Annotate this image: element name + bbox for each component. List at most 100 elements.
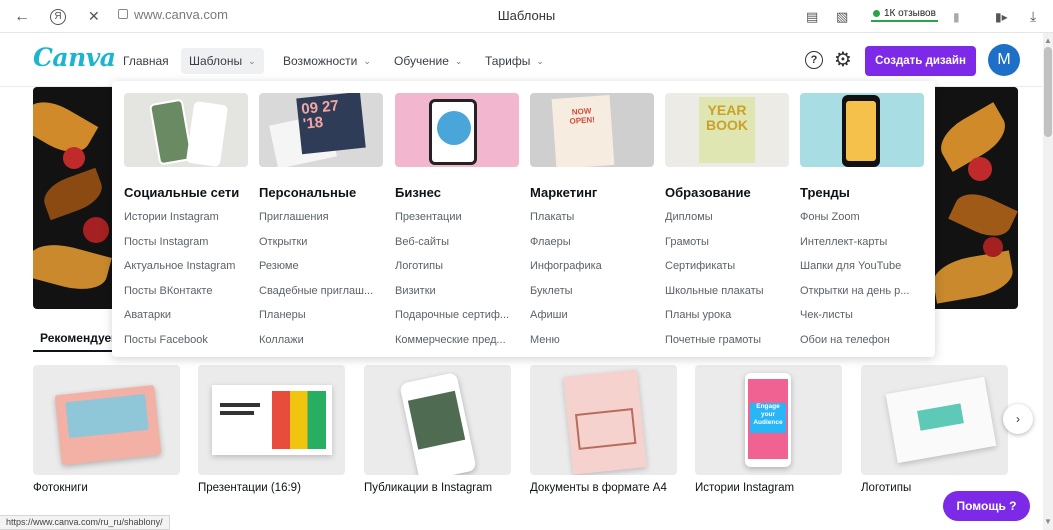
chevron-down-icon: ⌄ xyxy=(536,55,544,66)
menu-link[interactable]: Грамоты xyxy=(665,234,789,250)
chevron-right-icon: › xyxy=(1016,412,1020,426)
menu-link[interactable]: Посты Instagram xyxy=(124,234,248,250)
column-heading[interactable]: Бизнес xyxy=(395,185,519,201)
menu-link[interactable]: Обои на телефон xyxy=(800,332,924,348)
nav-features[interactable]: Возможности ⌄ xyxy=(275,48,379,74)
site-header: Canva Главная Шаблоны ⌄ Возможности ⌄ Об… xyxy=(0,33,1043,87)
card-label[interactable]: Истории Instagram xyxy=(695,482,794,494)
green-dot-icon xyxy=(873,10,880,17)
chevron-down-icon: ⌄ xyxy=(248,55,256,66)
menu-link[interactable]: Афиши xyxy=(530,307,654,323)
card-thumb xyxy=(885,376,997,464)
card-label[interactable]: Логотипы xyxy=(861,482,911,494)
column-thumb-social[interactable] xyxy=(124,93,248,167)
card-label[interactable]: Публикации в Instagram xyxy=(364,482,492,494)
bookmark-icon[interactable]: ▮ xyxy=(953,0,960,33)
column-thumb-trends[interactable] xyxy=(800,93,924,167)
column-heading[interactable]: Тренды xyxy=(800,185,924,201)
recommended-tab[interactable]: Рекомендуем xyxy=(40,331,120,345)
nav-home[interactable]: Главная xyxy=(115,48,177,74)
card-label[interactable]: Презентации (16:9) xyxy=(198,482,301,494)
url-host: www.canva.com xyxy=(134,7,228,22)
column-thumb-business[interactable] xyxy=(395,93,519,167)
scroll-up-arrow-icon[interactable]: ▲ xyxy=(1044,36,1052,45)
close-icon[interactable]: ✕ xyxy=(88,0,100,33)
menu-link[interactable]: Планы урока xyxy=(665,307,789,323)
card-label[interactable]: Документы в формате A4 xyxy=(530,482,667,494)
menu-link[interactable]: Шапки для YouTube xyxy=(800,258,924,274)
gear-icon[interactable]: ⚙ xyxy=(834,47,852,72)
template-card-a4-documents[interactable] xyxy=(530,365,677,475)
menu-link[interactable]: Открытки xyxy=(259,234,383,250)
menu-link[interactable]: Почетные грамоты xyxy=(665,332,789,348)
menu-link[interactable]: Посты Facebook xyxy=(124,332,248,348)
menu-link[interactable]: Интеллект-карты xyxy=(800,234,924,250)
menu-link[interactable]: Коллажи xyxy=(259,332,383,348)
menu-link[interactable]: Коммерческие пред... xyxy=(395,332,519,348)
menu-link[interactable]: Плакаты xyxy=(530,209,654,225)
download-icon[interactable]: ⤓ xyxy=(1030,0,1036,33)
help-icon[interactable]: ? xyxy=(805,51,823,69)
nav-templates[interactable]: Шаблоны ⌄ xyxy=(181,48,264,74)
ornament-berry xyxy=(968,157,992,181)
reviews-badge[interactable]: 1К отзывов xyxy=(871,8,938,22)
browser-toolbar: ← Я ✕ www.canva.com Шаблоны ▤ ▧ 1К отзыв… xyxy=(0,0,1053,33)
menu-link[interactable]: Подарочные сертиф... xyxy=(395,307,519,323)
yandex-icon[interactable]: Я xyxy=(50,0,66,33)
menu-link[interactable]: Актуальное Instagram xyxy=(124,258,248,274)
back-arrow-icon[interactable]: ← xyxy=(14,0,30,33)
menu-link[interactable]: Фоны Zoom xyxy=(800,209,924,225)
column-thumb-marketing[interactable]: NOW OPEN! xyxy=(530,93,654,167)
chevron-down-icon: ⌄ xyxy=(454,55,463,66)
menu-link[interactable]: Меню xyxy=(530,332,654,348)
menu-link[interactable]: Презентации xyxy=(395,209,519,225)
template-card-instagram-stories[interactable]: Engage your Audience xyxy=(695,365,842,475)
template-card-logos[interactable] xyxy=(861,365,1008,475)
menu-link[interactable]: Истории Instagram xyxy=(124,209,248,225)
menu-link[interactable]: Посты ВКонтакте xyxy=(124,283,248,299)
column-thumb-personal[interactable]: 09 27 '18 xyxy=(259,93,383,167)
menu-link[interactable]: Приглашения xyxy=(259,209,383,225)
card-thumb xyxy=(399,372,477,475)
menu-link[interactable]: Планеры xyxy=(259,307,383,323)
translate-icon[interactable]: ▤ xyxy=(806,0,818,33)
menu-link[interactable]: Веб-сайты xyxy=(395,234,519,250)
menu-link[interactable]: Логотипы xyxy=(395,258,519,274)
menu-link[interactable]: Свадебные приглаш... xyxy=(259,283,383,299)
menu-link[interactable]: Инфографика xyxy=(530,258,654,274)
menu-link[interactable]: Резюме xyxy=(259,258,383,274)
carousel-next-button[interactable]: › xyxy=(1003,404,1033,434)
template-card-instagram-posts[interactable] xyxy=(364,365,511,475)
menu-link[interactable]: Открытки на день р... xyxy=(800,283,924,299)
column-heading[interactable]: Персональные xyxy=(259,185,383,201)
help-button[interactable]: Помощь ? xyxy=(943,491,1030,521)
extension-icon[interactable]: ▧ xyxy=(836,0,848,33)
thumb-text: YEAR BOOK xyxy=(699,97,755,163)
column-thumb-education[interactable]: YEAR BOOK xyxy=(665,93,789,167)
menu-link[interactable]: Флаеры xyxy=(530,234,654,250)
scroll-down-arrow-icon[interactable]: ▼ xyxy=(1044,517,1052,526)
menu-link[interactable]: Буклеты xyxy=(530,283,654,299)
avatar[interactable]: M xyxy=(988,44,1020,76)
menu-column-trends: Тренды Фоны Zoom Интеллект-карты Шапки д… xyxy=(800,93,924,348)
column-heading[interactable]: Социальные сети xyxy=(124,185,248,201)
menu-link[interactable]: Дипломы xyxy=(665,209,789,225)
column-heading[interactable]: Маркетинг xyxy=(530,185,654,201)
menu-link[interactable]: Визитки xyxy=(395,283,519,299)
column-heading[interactable]: Образование xyxy=(665,185,789,201)
scrollbar[interactable]: ▲ ▼ xyxy=(1043,33,1053,530)
card-label[interactable]: Фотокниги xyxy=(33,482,88,494)
menu-link[interactable]: Сертификаты xyxy=(665,258,789,274)
nav-pricing[interactable]: Тарифы ⌄ xyxy=(477,48,552,74)
menu-link[interactable]: Чек-листы xyxy=(800,307,924,323)
menu-link[interactable]: Школьные плакаты xyxy=(665,283,789,299)
address-bar[interactable]: www.canva.com xyxy=(118,7,228,22)
create-design-button[interactable]: Создать дизайн xyxy=(865,46,976,76)
template-card-presentations[interactable] xyxy=(198,365,345,475)
template-card-photobooks[interactable] xyxy=(33,365,180,475)
nav-learn[interactable]: Обучение ⌄ xyxy=(386,48,470,74)
canva-logo[interactable]: Canva xyxy=(33,43,116,72)
menu-link[interactable]: Аватарки xyxy=(124,307,248,323)
scrollbar-thumb[interactable] xyxy=(1044,47,1052,137)
thumb-text: NOW OPEN! xyxy=(551,95,615,167)
